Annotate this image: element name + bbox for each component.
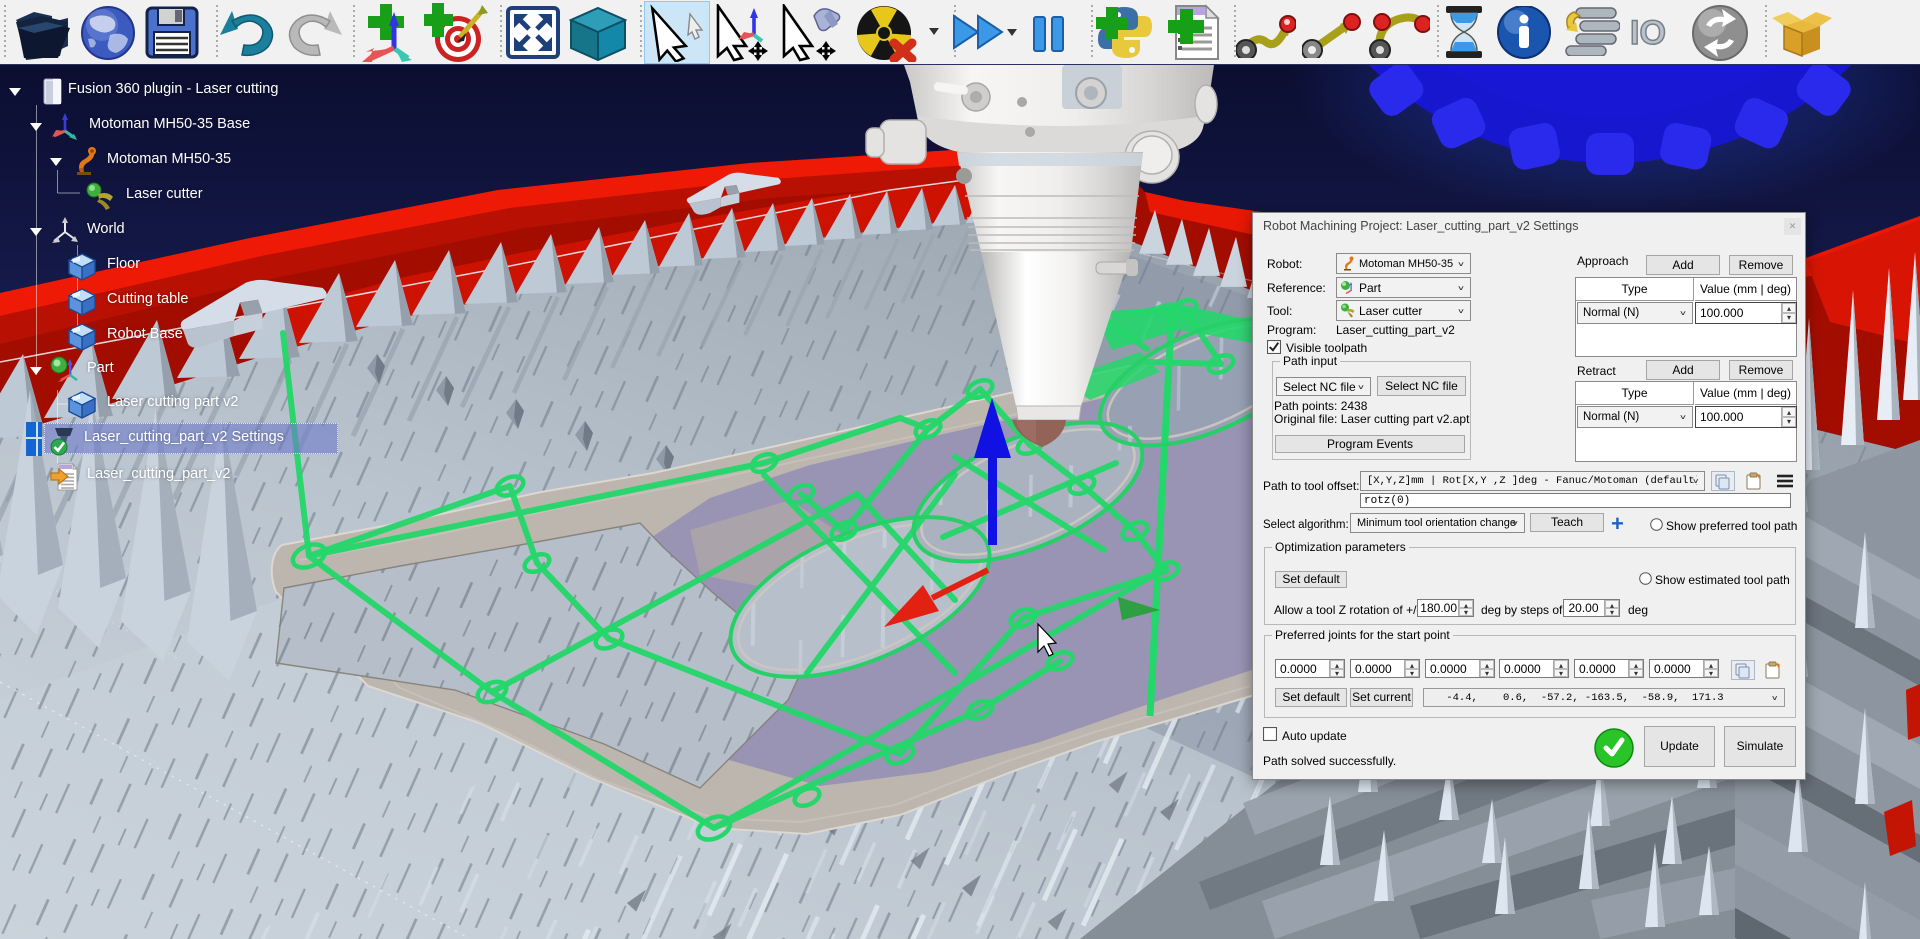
svg-text:IO: IO <box>1630 15 1666 51</box>
